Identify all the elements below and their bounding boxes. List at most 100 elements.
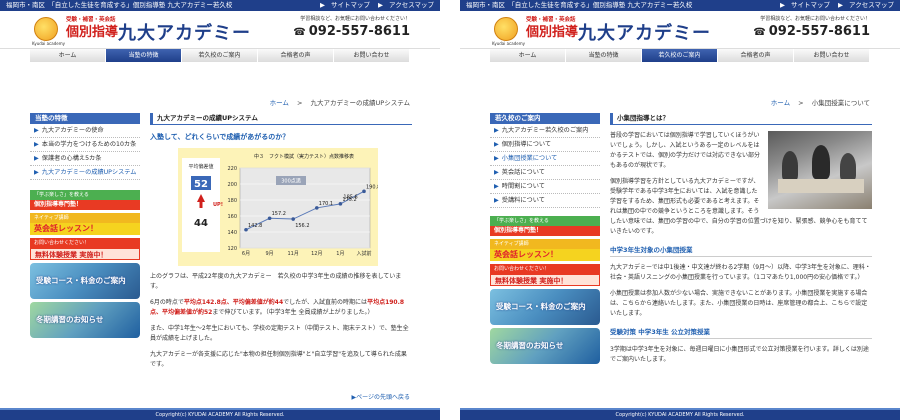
y-tick-label: 140	[227, 230, 237, 236]
banner-individual-main: 個別指導専門塾！	[490, 226, 600, 236]
score-chart-svg: 平均偏差値 52 UP! 44 中３ フクト模試（実力テスト）点数推移表 120…	[182, 153, 378, 257]
bullet-icon: ▶	[494, 155, 499, 162]
sidebar-item-ten-rules[interactable]: ▶ 本当の学力をつけるための10カ条	[30, 138, 140, 152]
access-link[interactable]: ▶ アクセスマップ	[378, 1, 434, 9]
banner-english[interactable]: ネイティブ講師 英会話レッスン！	[30, 213, 140, 235]
phone-number[interactable]: ☎ 092-557-8611	[753, 24, 870, 39]
banner-individual[interactable]: 「学ぶ楽しさ」を教える 個別指導専門塾！	[30, 190, 140, 210]
up-label: UP!	[213, 202, 223, 208]
bullet-icon: ▶	[494, 127, 499, 134]
nav-voices[interactable]: 合格者の声	[718, 49, 794, 62]
sitemap-link[interactable]: ▶ サイトマップ	[320, 1, 370, 9]
access-link[interactable]: ▶ アクセスマップ	[838, 1, 894, 9]
nav-contact[interactable]: お問い合わせ	[794, 49, 870, 62]
banner-course-fees[interactable]: 受験コース・料金のご案内	[30, 263, 140, 299]
top-bar: 福岡市・南区 「自立した生徒を育成する」個別指導塾 九大アカデミー若久校 ▶ サイ…	[0, 0, 440, 11]
june-score: 平均点142.8点、平均偏差値が約44	[183, 299, 284, 306]
sidebar-item-system[interactable]: ▶ 九大アカデミーの成績UPシステム	[30, 166, 140, 180]
chart-title: 中３ フクト模試（実力テスト）点数推移表	[254, 153, 354, 160]
phone-number[interactable]: ☎ 092-557-8611	[293, 24, 410, 39]
banner-trial-top: お問い合わせください！	[30, 238, 140, 248]
banner-winter-course-label: 冬期講習のお知らせ	[496, 341, 564, 350]
y-tick-label: 120	[227, 246, 237, 252]
data-label: 170.1	[319, 201, 333, 207]
annotation-label: 300点満	[281, 178, 301, 185]
x-tick-label: 11月	[288, 251, 299, 257]
logo-caption: Kyudai academy	[492, 41, 525, 46]
bullet-icon: ▶	[494, 183, 499, 190]
main-nav: ホーム 当塾の特徴 若久校のご案内 合格者の声 お問い合わせ	[30, 49, 410, 62]
brand-name[interactable]: 九大アカデミー	[578, 19, 711, 45]
nav-home[interactable]: ホーム	[490, 49, 566, 62]
sidebar-item-small-group[interactable]: ▶ 小集団授業について	[490, 152, 600, 166]
banner-english[interactable]: ネイティブ講師 英会話レッスン！	[490, 239, 600, 261]
page-small-group: 福岡市・南区 「自立した生徒を育成する」個別指導塾 九大アカデミー若久校 ▶ サイ…	[460, 0, 900, 420]
x-tick-label: 1月	[336, 251, 344, 257]
y-tick-label: 200	[227, 182, 237, 188]
page-top-link[interactable]: ▶ページの先頭へ戻る	[351, 392, 410, 401]
sidebar-item-mission[interactable]: ▶ 九大アカデミーの使命	[30, 124, 140, 138]
brand-name[interactable]: 九大アカデミー	[118, 19, 251, 45]
sidebar-item-english[interactable]: ▶ 英会話について	[490, 166, 600, 180]
breadcrumb: ホーム > 小集団授業について	[771, 97, 870, 107]
banner-winter-course[interactable]: 冬期講習のお知らせ	[30, 302, 140, 338]
banner-individual-top: 「学ぶ楽しさ」を教える	[490, 216, 600, 226]
nav-voices[interactable]: 合格者の声	[258, 49, 334, 62]
banner-english-top: ネイティブ講師	[30, 213, 140, 223]
header-info: 学習相談など、お気軽にお問い合わせください！	[300, 16, 410, 22]
banner-trial[interactable]: お問い合わせください！ 無料体験授業 実施中！	[490, 264, 600, 286]
sidebar-item-individual[interactable]: ▶ 個別指導について	[490, 138, 600, 152]
logo-caption: Kyudai academy	[32, 41, 65, 46]
sidebar-item-fees[interactable]: ▶ 受講料について	[490, 194, 600, 208]
breadcrumb-home[interactable]: ホーム	[771, 99, 790, 107]
score-chart: 平均偏差値 52 UP! 44 中３ フクト模試（実力テスト）点数推移表 120…	[178, 148, 378, 266]
nav-school-info[interactable]: 若久校のご案内	[642, 49, 718, 62]
banner-trial-main: 無料体験授業 実施中！	[30, 248, 140, 260]
phone-icon: ☎	[753, 27, 766, 38]
sidebar-heading: 若久校のご案内	[490, 113, 600, 124]
page-success-system: 福岡市・南区 「自立した生徒を育成する」個別指導塾 九大アカデミー若久校 ▶ サイ…	[0, 0, 440, 420]
sidebar-heading: 当塾の特徴	[30, 113, 140, 124]
chart-description: 上のグラフは、平成22年度の九大アカデミー 若久校の中学3年生の成績の推移を表し…	[150, 273, 402, 290]
data-label: 142.8	[248, 223, 262, 229]
bullet-icon: ▶	[494, 169, 499, 176]
deviation-top-value: 52	[194, 179, 208, 190]
results-paragraph: 6月の時点で平均点142.8点、平均偏差値が約44でしたが、入試直前の時期には平…	[150, 299, 405, 316]
data-point	[291, 217, 295, 221]
lead-question: 入塾して、どれくらいで成績があがるのか？	[150, 133, 290, 141]
nav-contact[interactable]: お問い合わせ	[334, 49, 410, 62]
banner-winter-course[interactable]: 冬期講習のお知らせ	[490, 328, 600, 364]
banner-individual[interactable]: 「学ぶ楽しさ」を教える 個別指導専門塾！	[490, 216, 600, 236]
breadcrumb: ホーム > 九大アカデミーの成績UPシステム	[270, 97, 410, 107]
logo-icon[interactable]	[494, 17, 518, 41]
banner-english-main: 英会話レッスン！	[30, 223, 140, 235]
sidebar-item-parents[interactable]: ▶ 保護者の心構え5カ条	[30, 152, 140, 166]
nav-features[interactable]: 当塾の特徴	[106, 49, 182, 62]
top-bar-text: 福岡市・南区 「自立した生徒を育成する」個別指導塾 九大アカデミー若久校	[6, 1, 233, 9]
breadcrumb-home[interactable]: ホーム	[270, 99, 289, 107]
banner-trial-main: 無料体験授業 実施中！	[490, 274, 600, 286]
breadcrumb-current: 小集団授業について	[811, 99, 870, 107]
banner-individual-main: 個別指導専門塾！	[30, 200, 140, 210]
sidebar-item-school-info[interactable]: ▶ 九大アカデミー若久校のご案内	[490, 124, 600, 138]
small-group-paragraph: 九大アカデミーでは中1後達・中文達が終わる2学期（9月～）以降、中学3年生を対象…	[610, 264, 871, 281]
classroom-photo	[768, 131, 872, 209]
notice-paragraph: 小集団授業は参加人数が少ない場合、実施できないことがあります。小集団授業を実施す…	[610, 290, 868, 317]
sitemap-link[interactable]: ▶ サイトマップ	[780, 1, 830, 9]
subheading-public-exam: 受験対策 中学3年生 公立対策授業	[610, 326, 872, 339]
nav-features[interactable]: 当塾の特徴	[566, 49, 642, 62]
sidebar-item-timetable[interactable]: ▶ 時間割について	[490, 180, 600, 194]
banner-individual-top: 「学ぶ楽しさ」を教える	[30, 190, 140, 200]
phone-icon: ☎	[293, 27, 306, 38]
header: Kyudai academy 受験・補習・英会話 個別指導 九大アカデミー 学習…	[460, 11, 900, 49]
nav-home[interactable]: ホーム	[30, 49, 106, 62]
nav-school-info[interactable]: 若久校のご案内	[182, 49, 258, 62]
banner-trial[interactable]: お問い合わせください！ 無料体験授業 実施中！	[30, 238, 140, 260]
main-content: 小集団指導とは？ 普段の学習においては個別指導で学習していくほうがいいでしょう。…	[610, 113, 872, 365]
bullet-icon: ▶	[494, 141, 499, 148]
banner-english-top: ネイティブ講師	[490, 239, 600, 249]
banner-course-fees[interactable]: 受験コース・料金のご案内	[490, 289, 600, 325]
logo-icon[interactable]	[34, 17, 58, 41]
data-label-extra: 185.6	[343, 195, 357, 201]
bullet-icon: ▶	[34, 127, 39, 134]
